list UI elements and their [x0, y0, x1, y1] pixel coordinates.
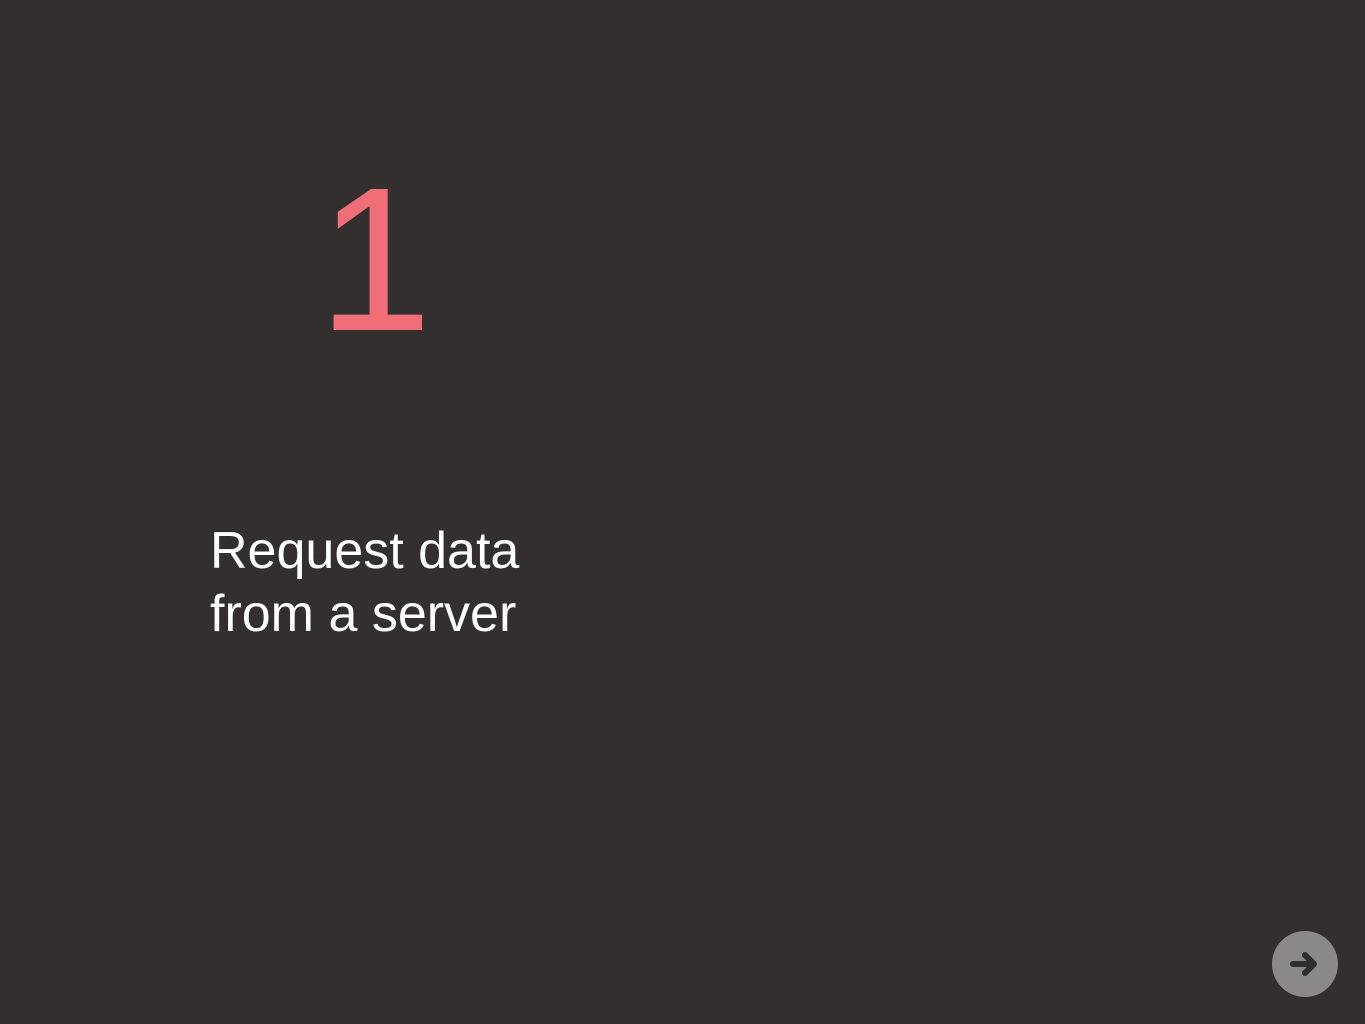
slide: 1 Request data from a server [0, 0, 1365, 1024]
next-slide-button[interactable] [1272, 931, 1338, 997]
step-description-line-2: from a server [210, 585, 517, 643]
step-number: 1 [318, 145, 432, 374]
step-description: Request data from a server [210, 520, 630, 646]
step-description-line-1: Request data [210, 522, 520, 580]
arrow-right-icon [1290, 952, 1317, 976]
